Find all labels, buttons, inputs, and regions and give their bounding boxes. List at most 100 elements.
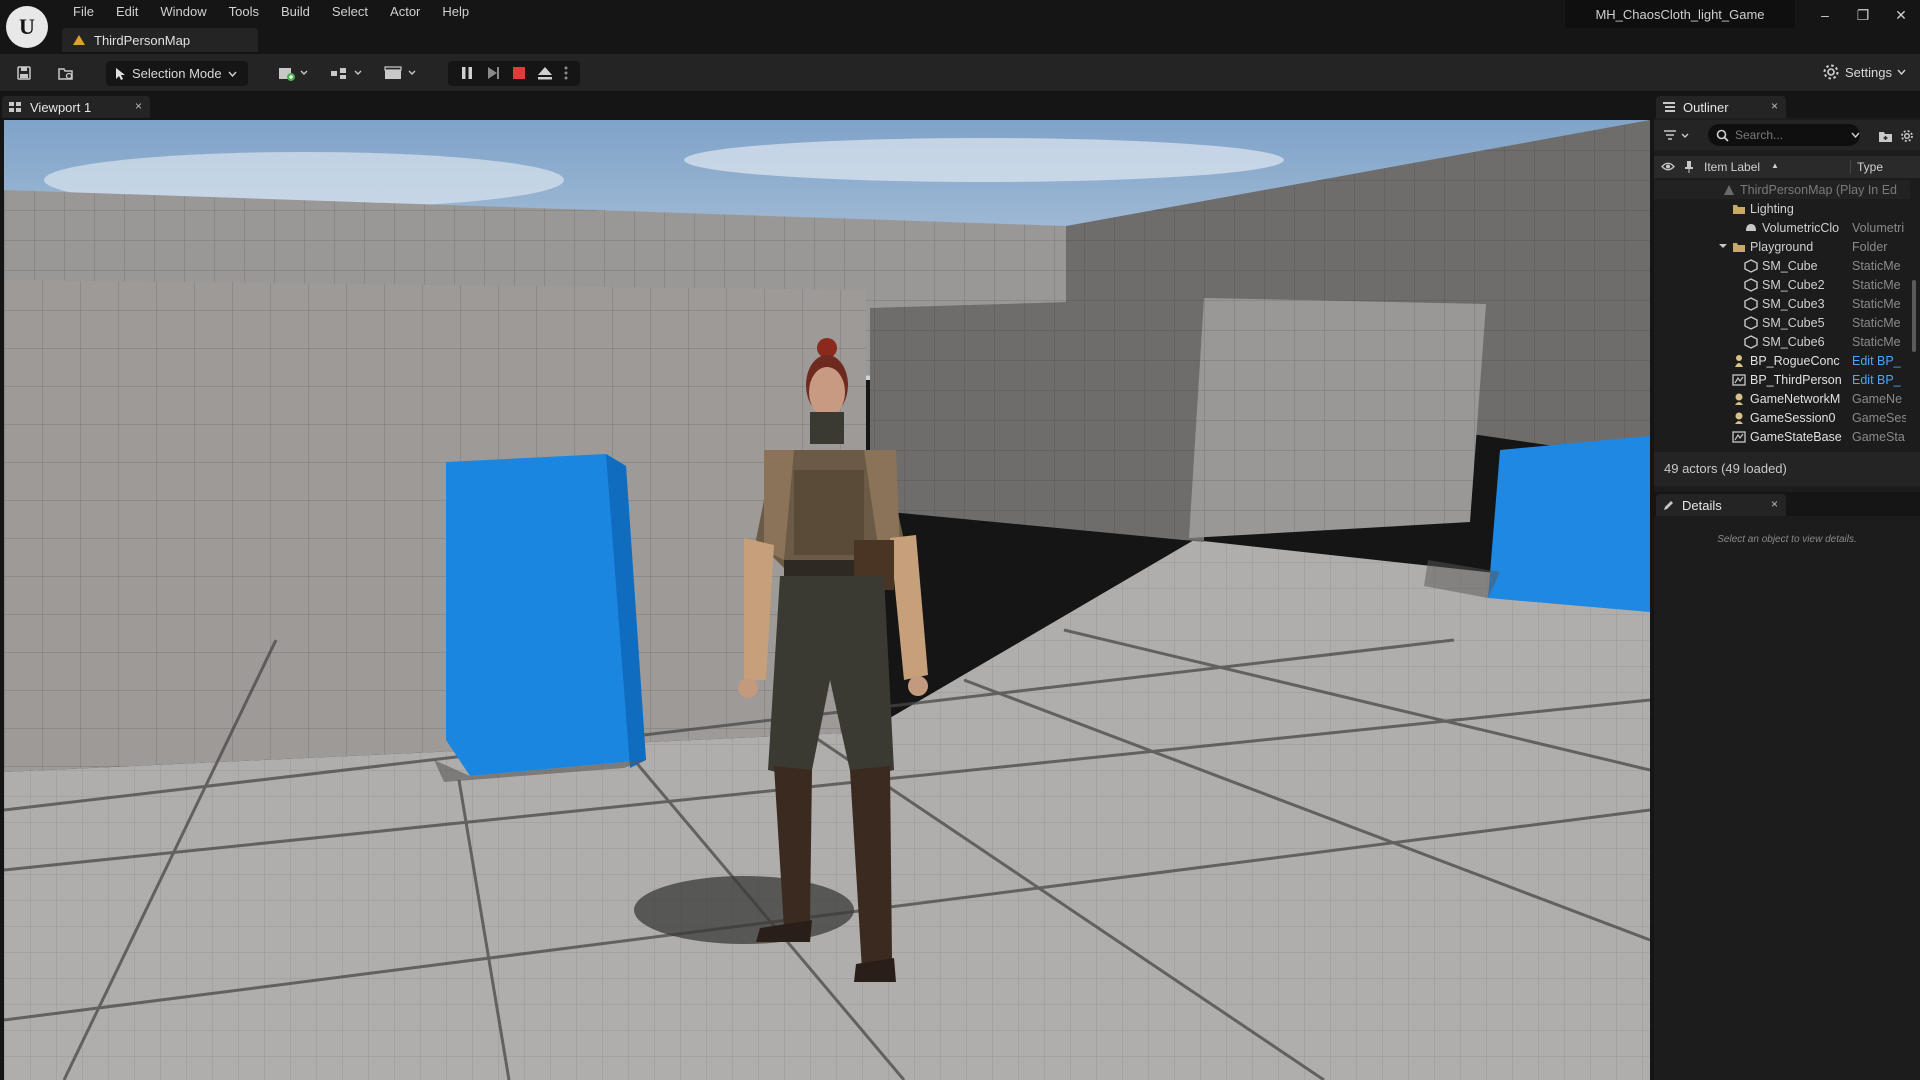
tree-row-type: StaticMe <box>1852 296 1901 311</box>
tab-viewport-1[interactable]: Viewport 1 × <box>2 96 150 118</box>
outliner-search[interactable] <box>1708 124 1860 146</box>
visibility-eye-icon[interactable] <box>1661 161 1675 172</box>
mesh-icon <box>1744 297 1758 311</box>
add-actor-icon[interactable] <box>276 61 312 85</box>
viewport-icon <box>9 102 21 112</box>
close-icon[interactable]: × <box>135 99 142 113</box>
tree-row-level[interactable]: ThirdPersonMap (Play In Ed <box>1654 180 1910 199</box>
mesh-icon <box>1744 316 1758 330</box>
outliner-tree: ThirdPersonMap (Play In Ed Lighting Volu… <box>1654 180 1920 450</box>
tree-row-label: BP_RogueConc <box>1750 353 1840 368</box>
menu-tools[interactable]: Tools <box>218 3 270 21</box>
chevron-down-icon <box>1897 69 1906 75</box>
tree-row-type: StaticMe <box>1852 315 1901 330</box>
tree-row-type: StaticMe <box>1852 258 1901 273</box>
tree-row-volumetric[interactable]: VolumetricClo Volumetri <box>1654 218 1910 237</box>
tree-row-label: ThirdPersonMap (Play In Ed <box>1740 182 1898 197</box>
frame-skip-icon[interactable] <box>482 61 504 85</box>
menu-file[interactable]: File <box>62 3 105 21</box>
tree-row-sm-cube3[interactable]: SM_Cube3 StaticMe <box>1654 294 1910 313</box>
tree-row-game-state[interactable]: GameStateBase GameSta <box>1654 427 1910 446</box>
document-tab-label: ThirdPersonMap <box>94 32 191 48</box>
menu-window[interactable]: Window <box>149 3 217 21</box>
map-icon <box>1724 185 1734 195</box>
tree-row-type: StaticMe <box>1852 334 1901 349</box>
scene-render <box>4 120 1650 1080</box>
viewport-tab-label: Viewport 1 <box>30 99 92 115</box>
pin-icon[interactable] <box>1684 160 1694 173</box>
tab-details[interactable]: Details × <box>1656 494 1786 516</box>
edit-blueprint-link[interactable]: Edit BP_ <box>1852 373 1906 387</box>
tab-outliner[interactable]: Outliner × <box>1656 96 1786 118</box>
stop-icon[interactable] <box>508 61 530 85</box>
eject-icon[interactable] <box>534 61 556 85</box>
minimize-button[interactable]: – <box>1806 0 1844 30</box>
tree-row-sm-cube6[interactable]: SM_Cube6 StaticMe <box>1654 332 1910 351</box>
close-button[interactable]: ✕ <box>1882 0 1920 30</box>
search-input[interactable] <box>1735 128 1845 142</box>
edit-blueprint-link[interactable]: Edit BP_ <box>1852 354 1906 368</box>
logo-letter: U <box>19 14 35 39</box>
right-panel: Outliner × Item Label ▲ Type ThirdPerson… <box>1654 94 1920 1080</box>
column-item-label[interactable]: Item Label <box>1704 160 1760 174</box>
gear-icon[interactable] <box>1898 124 1916 148</box>
tree-row-label: VolumetricClo <box>1762 220 1840 235</box>
actor-icon <box>1746 224 1756 231</box>
tree-row-label: SM_Cube6 <box>1762 334 1825 349</box>
close-icon[interactable]: × <box>1771 497 1778 511</box>
blueprint-icon[interactable] <box>328 61 366 85</box>
tree-row-bp-rogue[interactable]: BP_RogueConc Edit BP_ <box>1654 351 1910 370</box>
tree-row-label: Playground <box>1750 239 1814 254</box>
expand-arrow-icon[interactable] <box>1718 241 1728 251</box>
more-options-icon[interactable] <box>558 61 574 85</box>
title-bar: U File Edit Window Tools Build Select Ac… <box>0 0 1920 54</box>
tree-row-bp-thirdperson[interactable]: BP_ThirdPerson Edit BP_ <box>1654 370 1910 389</box>
tree-row-type: GameSes <box>1852 410 1906 425</box>
document-tab-thirdpersonmap[interactable]: ThirdPersonMap <box>62 28 258 52</box>
tree-row-sm-cube[interactable]: SM_Cube StaticMe <box>1654 256 1910 275</box>
cinematics-icon[interactable] <box>382 61 420 85</box>
outliner-scrollbar[interactable] <box>1912 180 1916 450</box>
tree-row-label: SM_Cube5 <box>1762 315 1825 330</box>
column-type[interactable]: Type <box>1857 160 1883 174</box>
tree-row-lighting[interactable]: Lighting <box>1654 199 1910 218</box>
menu-help[interactable]: Help <box>431 3 480 21</box>
menu-build[interactable]: Build <box>270 3 321 21</box>
restore-button[interactable]: ❐ <box>1844 0 1882 30</box>
pause-icon[interactable] <box>456 61 478 85</box>
tree-row-sm-cube2[interactable]: SM_Cube2 StaticMe <box>1654 275 1910 294</box>
details-empty-message: Select an object to view details. <box>1717 534 1857 545</box>
chevron-down-icon[interactable] <box>1851 132 1860 138</box>
content-browser-icon[interactable] <box>54 61 78 85</box>
outliner-column-header: Item Label ▲ Type <box>1654 156 1920 178</box>
gear-icon <box>1823 64 1839 80</box>
scrollbar-thumb[interactable] <box>1912 280 1916 352</box>
tree-row-playground[interactable]: Playground Folder <box>1654 237 1910 256</box>
tree-row-label: Lighting <box>1750 201 1794 216</box>
tree-row-game-network[interactable]: GameNetworkM GameNe <box>1654 389 1910 408</box>
filter-icon[interactable] <box>1660 124 1696 148</box>
play-controls <box>448 61 580 86</box>
tree-row-type: Volumetri <box>1852 220 1905 235</box>
menu-actor[interactable]: Actor <box>379 3 431 21</box>
menu-select[interactable]: Select <box>321 3 379 21</box>
column-divider <box>1850 160 1851 174</box>
close-icon[interactable]: × <box>1771 99 1778 113</box>
details-tab-row: Details × <box>1654 492 1920 516</box>
level-icon <box>72 34 86 46</box>
window-controls: – ❐ ✕ <box>1806 0 1920 30</box>
add-folder-icon[interactable] <box>1876 124 1894 148</box>
tree-row-sm-cube5[interactable]: SM_Cube5 StaticMe <box>1654 313 1910 332</box>
save-icon[interactable] <box>12 61 36 85</box>
settings-button[interactable]: Settings <box>1822 63 1906 81</box>
gamestate-icon <box>1732 431 1746 443</box>
chevron-down-icon <box>228 71 237 77</box>
tree-row-label: GameSession0 <box>1750 410 1836 425</box>
tree-row-game-session[interactable]: GameSession0 GameSes <box>1654 408 1910 427</box>
unreal-logo-icon[interactable]: U <box>6 6 48 48</box>
level-viewport[interactable] <box>4 120 1650 1080</box>
search-icon <box>1716 129 1729 142</box>
menu-edit[interactable]: Edit <box>105 3 149 21</box>
viewport-tab-row: Viewport 1 × <box>0 94 1652 118</box>
selection-mode-dropdown[interactable]: Selection Mode <box>106 61 248 86</box>
